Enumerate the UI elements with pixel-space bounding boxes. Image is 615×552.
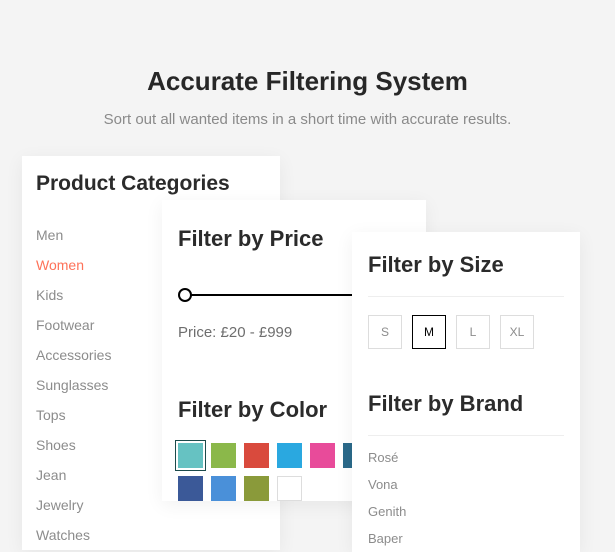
size-title: Filter by Size <box>368 252 564 278</box>
color-swatch[interactable] <box>277 443 302 468</box>
brand-list: RoséVonaGenithBaper <box>368 444 564 552</box>
brand-item[interactable]: Genith <box>368 498 564 525</box>
size-option[interactable]: XL <box>500 315 534 349</box>
color-swatch[interactable] <box>277 476 302 501</box>
color-swatch[interactable] <box>244 476 269 501</box>
brand-item[interactable]: Vona <box>368 471 564 498</box>
color-swatch[interactable] <box>310 443 335 468</box>
color-swatch[interactable] <box>178 443 203 468</box>
color-swatch[interactable] <box>244 443 269 468</box>
page-title: Accurate Filtering System <box>0 0 615 97</box>
color-swatch[interactable] <box>211 476 236 501</box>
divider <box>368 296 564 297</box>
categories-title: Product Categories <box>36 172 262 196</box>
size-option[interactable]: M <box>412 315 446 349</box>
size-options: SML XL <box>368 315 564 349</box>
color-swatch[interactable] <box>178 476 203 501</box>
divider <box>368 435 564 436</box>
size-brand-panel: Filter by Size SML XL Filter by Brand Ros… <box>352 232 580 552</box>
size-option[interactable]: L <box>456 315 490 349</box>
category-item[interactable]: Watches <box>36 520 262 550</box>
brand-title: Filter by Brand <box>368 391 564 417</box>
color-swatch[interactable] <box>211 443 236 468</box>
page-subtitle: Sort out all wanted items in a short tim… <box>0 111 615 128</box>
brand-item[interactable]: Baper <box>368 525 564 552</box>
brand-item[interactable]: Rosé <box>368 444 564 471</box>
slider-handle[interactable] <box>178 288 192 302</box>
size-option[interactable]: S <box>368 315 402 349</box>
